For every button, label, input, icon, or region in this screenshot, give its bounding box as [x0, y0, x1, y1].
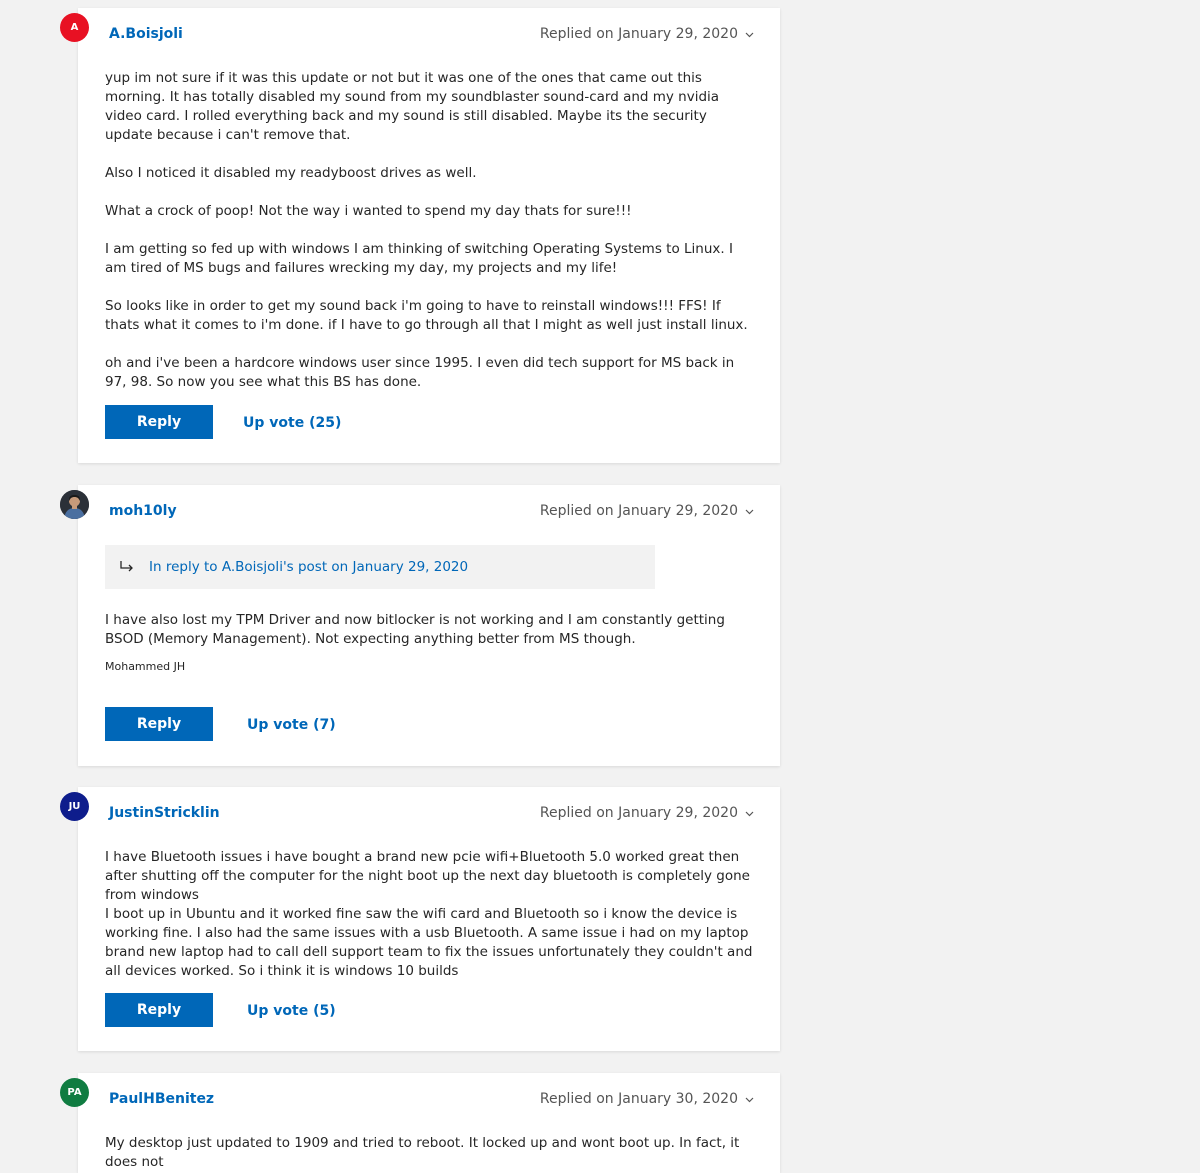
- post-a-boisjoli: A A.Boisjoli Replied on January 29, 2020…: [60, 8, 780, 463]
- paragraph: yup im not sure if it was this update or…: [105, 70, 720, 143]
- author-link[interactable]: JustinStricklin: [109, 805, 220, 821]
- upvote-link[interactable]: Up vote (7): [247, 717, 336, 733]
- replied-date: Replied on January 30, 2020: [539, 1091, 738, 1107]
- in-reply-to-link[interactable]: In reply to A.Boisjoli's post on January…: [105, 545, 655, 589]
- paragraph: I am getting so fed up with windows I am…: [105, 241, 733, 276]
- avatar[interactable]: [60, 490, 89, 519]
- user-photo-icon: [60, 490, 89, 519]
- paragraph: I have also lost my TPM Driver and now b…: [105, 612, 725, 647]
- chevron-down-icon: [745, 1097, 754, 1103]
- author-link[interactable]: moh10ly: [109, 503, 177, 519]
- reply-arrow-icon: [120, 561, 133, 572]
- upvote-link[interactable]: Up vote (5): [247, 1003, 336, 1019]
- avatar[interactable]: A: [60, 13, 89, 42]
- upvote-link[interactable]: Up vote (25): [243, 415, 341, 431]
- replied-date-dropdown[interactable]: Replied on January 29, 2020: [540, 26, 754, 42]
- post-moh10ly: moh10ly Replied on January 29, 2020 In r…: [60, 485, 780, 766]
- reply-button[interactable]: Reply: [105, 405, 213, 439]
- author-link[interactable]: A.Boisjoli: [109, 26, 183, 42]
- signature: Mohammed JH: [105, 660, 186, 673]
- paragraph: My desktop just updated to 1909 and trie…: [105, 1135, 740, 1170]
- post-body: yup im not sure if it was this update or…: [105, 69, 755, 392]
- replied-date-dropdown[interactable]: Replied on January 29, 2020: [540, 503, 754, 519]
- paragraph: Also I noticed it disabled my readyboost…: [105, 165, 477, 181]
- post-body: I have also lost my TPM Driver and now b…: [105, 611, 755, 649]
- replied-date-dropdown[interactable]: Replied on January 30, 2020: [540, 1091, 754, 1107]
- replied-date: Replied on January 29, 2020: [539, 26, 738, 42]
- avatar[interactable]: PA: [60, 1078, 89, 1107]
- chevron-down-icon: [745, 509, 754, 515]
- post-body: I have Bluetooth issues i have bought a …: [105, 848, 755, 981]
- paragraph: I have Bluetooth issues i have bought a …: [105, 849, 753, 979]
- reply-button[interactable]: Reply: [105, 993, 213, 1027]
- paragraph: So looks like in order to get my sound b…: [105, 298, 748, 333]
- reply-button[interactable]: Reply: [105, 707, 213, 741]
- replied-date: Replied on January 29, 2020: [539, 503, 738, 519]
- post-justinstricklin: JU JustinStricklin Replied on January 29…: [60, 787, 780, 1051]
- chevron-down-icon: [745, 32, 754, 38]
- avatar[interactable]: JU: [60, 792, 89, 821]
- in-reply-to-text: In reply to A.Boisjoli's post on January…: [149, 559, 469, 575]
- post-paulhbenitez: PA PaulHBenitez Replied on January 30, 2…: [60, 1073, 780, 1173]
- replied-date-dropdown[interactable]: Replied on January 29, 2020: [540, 805, 754, 821]
- chevron-down-icon: [745, 811, 754, 817]
- paragraph: oh and i've been a hardcore windows user…: [105, 355, 735, 390]
- replied-date: Replied on January 29, 2020: [539, 805, 738, 821]
- author-link[interactable]: PaulHBenitez: [109, 1091, 214, 1107]
- post-body: My desktop just updated to 1909 and trie…: [105, 1134, 755, 1172]
- paragraph: What a crock of poop! Not the way i want…: [105, 203, 632, 219]
